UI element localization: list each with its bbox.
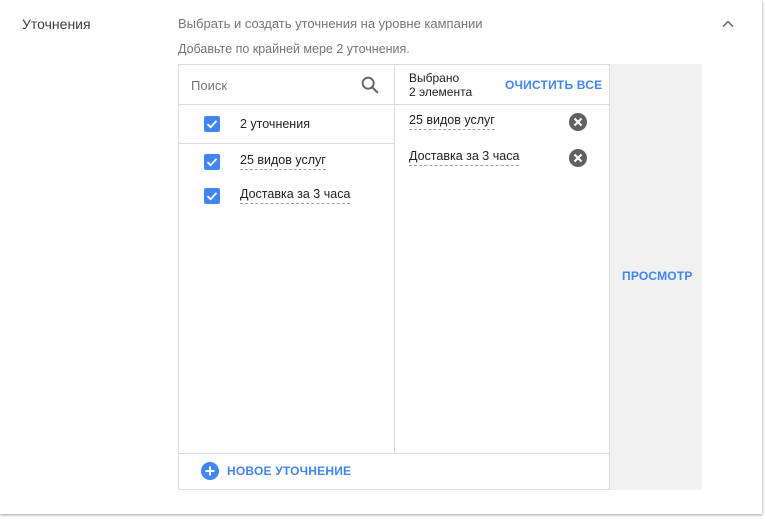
preview-button[interactable]: ПРОСМОТР <box>622 269 693 283</box>
section-description: Выбрать и создать уточнения на уровне ка… <box>178 16 483 31</box>
selected-item: 25 видов услуг <box>395 107 610 137</box>
select-all-row[interactable]: 2 уточнения <box>179 106 394 144</box>
chevron-up-icon <box>722 20 734 28</box>
search-icon[interactable] <box>359 74 381 96</box>
new-sitelink-label: НОВОЕ УТОЧНЕНИЕ <box>227 464 352 478</box>
item-checkbox[interactable] <box>204 154 220 170</box>
clear-all-button[interactable]: ОЧИСТИТЬ ВСЕ <box>505 78 602 92</box>
selected-list-pane: Выбрано 2 элемента ОЧИСТИТЬ ВСЕ 25 видов… <box>395 65 610 453</box>
selected-item: Доставка за 3 часа <box>395 143 610 173</box>
preview-panel: ПРОСМОТР <box>610 64 702 490</box>
selected-item-label: 25 видов услуг <box>409 113 495 130</box>
available-list-pane: 2 уточнения 25 видов услуг Доставка за 3… <box>179 65 395 453</box>
list-item[interactable]: Доставка за 3 часа <box>179 179 394 213</box>
collapse-button[interactable] <box>718 14 738 34</box>
selected-count: 2 элемента <box>409 85 473 99</box>
selected-title: Выбрано <box>409 71 460 85</box>
check-icon <box>206 158 218 167</box>
item-label: 25 видов услуг <box>240 153 326 170</box>
sitelink-picker: 2 уточнения 25 видов услуг Доставка за 3… <box>178 64 610 490</box>
section-title: Уточнения <box>22 16 91 32</box>
remove-icon[interactable] <box>568 112 588 132</box>
selected-header: Выбрано 2 элемента ОЧИСТИТЬ ВСЕ <box>395 65 610 105</box>
selected-item-label: Доставка за 3 часа <box>409 149 520 166</box>
list-item[interactable]: 25 видов услуг <box>179 145 394 179</box>
select-all-label: 2 уточнения <box>240 117 310 131</box>
check-icon <box>206 120 218 129</box>
search-bar <box>179 65 394 105</box>
item-label: Доставка за 3 часа <box>240 187 351 204</box>
hint-text: Добавьте по крайней мере 2 уточнения. <box>178 42 410 56</box>
item-checkbox[interactable] <box>204 188 220 204</box>
add-circle-icon <box>201 462 219 480</box>
sitelinks-card: Уточнения Выбрать и создать уточнения на… <box>0 0 762 514</box>
picker-footer: НОВОЕ УТОЧНЕНИЕ <box>179 453 609 490</box>
check-icon <box>206 192 218 201</box>
search-input[interactable] <box>191 75 351 95</box>
select-all-checkbox[interactable] <box>204 116 220 132</box>
remove-icon[interactable] <box>568 148 588 168</box>
